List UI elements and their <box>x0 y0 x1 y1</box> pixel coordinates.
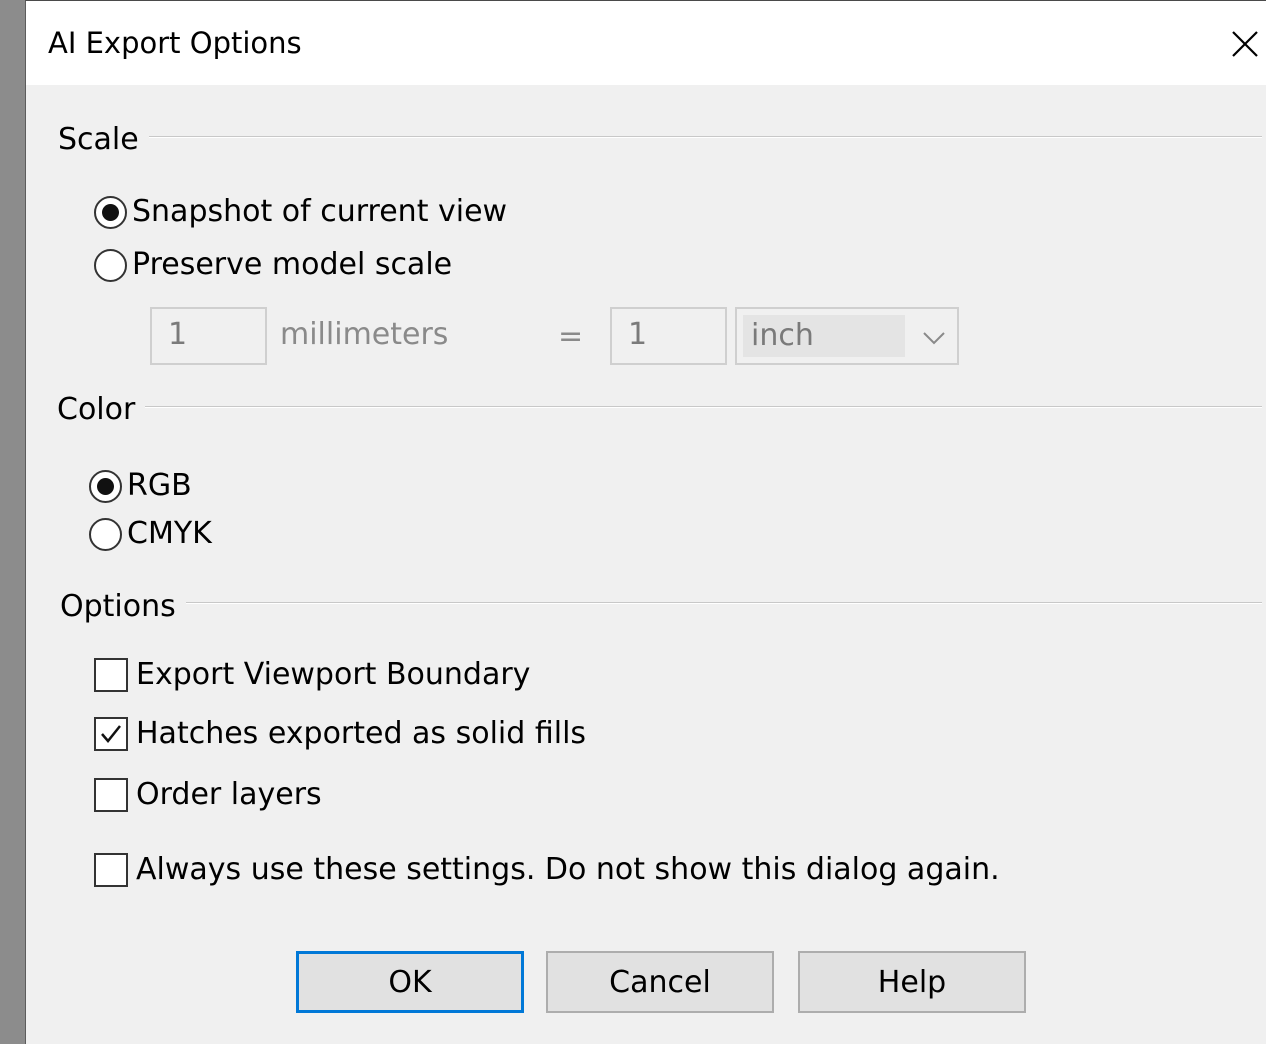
model-units-input[interactable]: 1 <box>610 307 727 365</box>
paper-units-input[interactable]: 1 <box>150 307 267 365</box>
cancel-button[interactable]: Cancel <box>546 951 774 1013</box>
radio-dot <box>102 203 119 221</box>
checkbox[interactable] <box>94 853 128 887</box>
ai-export-options-dialog: AI Export Options Scale Snapshot of curr… <box>25 0 1266 1044</box>
ok-button[interactable]: OK <box>296 951 524 1013</box>
title-bar: AI Export Options <box>26 1 1266 85</box>
paper-units-label: millimeters <box>280 317 449 352</box>
checkbox-label: Hatches exported as solid fills <box>136 716 587 751</box>
radio-button[interactable] <box>89 517 122 551</box>
dropdown-selected-value: inch <box>743 315 905 357</box>
checkbox[interactable] <box>94 658 128 692</box>
checkbox-label: Always use these settings. Do not show t… <box>136 852 1000 887</box>
close-button[interactable] <box>1222 19 1266 69</box>
color-group-label: Color <box>57 392 146 428</box>
radio-label: RGB <box>127 468 192 503</box>
scale-group-line <box>136 136 1262 138</box>
radio-label: Snapshot of current view <box>132 194 508 229</box>
model-units-dropdown[interactable]: inch <box>735 307 959 365</box>
checkbox[interactable] <box>94 717 128 751</box>
page: AI Export Options Scale Snapshot of curr… <box>0 0 1266 1044</box>
checkbox-label: Export Viewport Boundary <box>136 657 531 692</box>
background-window-edge <box>0 0 25 1044</box>
radio-button[interactable] <box>89 469 122 503</box>
radio-cmyk[interactable]: CMYK <box>89 516 212 552</box>
help-button[interactable]: Help <box>798 951 1026 1013</box>
color-group-line <box>136 406 1262 408</box>
radio-label: Preserve model scale <box>132 247 453 282</box>
checkbox-label: Order layers <box>136 777 322 812</box>
checkbox[interactable] <box>94 778 128 812</box>
checkbox-always-use-settings[interactable]: Always use these settings. Do not show t… <box>94 852 1000 888</box>
checkbox-export-viewport-boundary[interactable]: Export Viewport Boundary <box>94 657 530 693</box>
radio-label: CMYK <box>127 516 212 551</box>
radio-button[interactable] <box>94 248 127 282</box>
chevron-down-icon <box>923 332 945 345</box>
radio-dot <box>97 477 114 495</box>
options-group-label: Options <box>60 589 186 625</box>
scale-group-label: Scale <box>58 122 149 158</box>
close-icon <box>1231 31 1258 57</box>
radio-rgb[interactable]: RGB <box>89 468 192 504</box>
checkmark-icon <box>101 725 121 743</box>
radio-preserve-model-scale[interactable]: Preserve model scale <box>94 247 452 283</box>
checkbox-hatches-solid-fills[interactable]: Hatches exported as solid fills <box>94 716 586 752</box>
radio-snapshot-current-view[interactable]: Snapshot of current view <box>94 194 507 230</box>
dialog-title: AI Export Options <box>48 26 302 60</box>
equals-sign: = <box>558 319 584 354</box>
checkbox-order-layers[interactable]: Order layers <box>94 777 322 813</box>
options-group-line <box>176 602 1262 604</box>
radio-button[interactable] <box>94 195 127 229</box>
